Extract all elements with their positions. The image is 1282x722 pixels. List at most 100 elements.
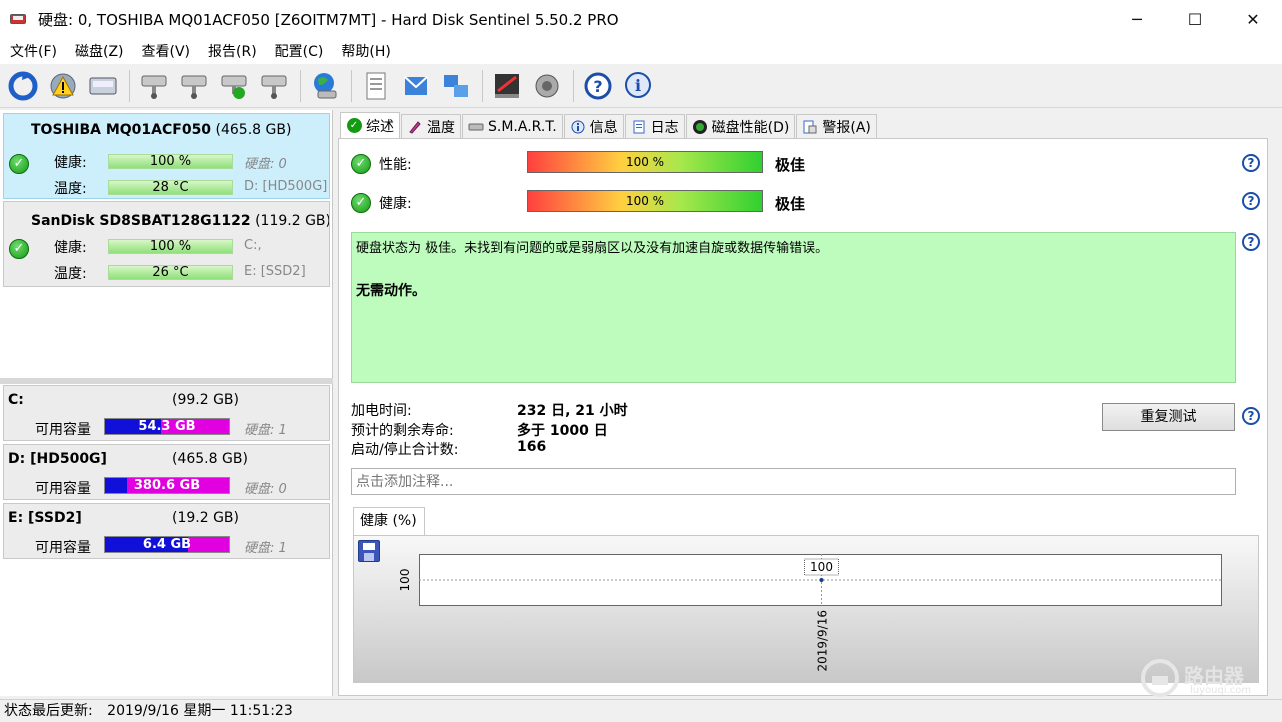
svg-text:?: ?	[593, 77, 602, 96]
performance-row: ✓ 性能:	[351, 152, 529, 176]
free-space-bar: 6.4 GB	[104, 536, 230, 553]
menu-file[interactable]: 文件(F)	[4, 41, 63, 61]
tab-overview[interactable]: ✓ 综述	[340, 112, 400, 138]
refresh-icon[interactable]	[5, 68, 41, 104]
last-update-value: 2019/9/16 星期一 11:51:23	[107, 703, 293, 719]
window-title: 硬盘: 0, TOSHIBA MQ01ACF050 [Z6OITM7MT] - …	[38, 10, 619, 29]
tab-disk-performance[interactable]: 磁盘性能(D)	[685, 114, 796, 138]
network-disk-ok-icon[interactable]	[216, 68, 252, 104]
health-ok-icon: ✓	[351, 193, 371, 213]
menu-disk[interactable]: 磁盘(Z)	[69, 41, 130, 61]
health-row: ✓ 健康:	[351, 191, 529, 215]
hard-disk-icon[interactable]	[85, 68, 121, 104]
watermark: 路由器 luyouqi.com	[1140, 658, 1280, 698]
network-disk-icon-3[interactable]	[256, 68, 292, 104]
volume-size: (99.2 GB)	[172, 392, 239, 408]
temperature-label: 温度:	[54, 266, 87, 282]
action-message: 无需动作。	[356, 283, 426, 299]
health-bar: 100 %	[527, 190, 763, 212]
start-stop-label: 启动/停止合计数:	[351, 442, 459, 458]
disk-index: 硬盘: 0	[244, 157, 287, 172]
document-icon	[631, 119, 647, 135]
volume-name: C:	[8, 392, 24, 408]
health-bar: 100 %	[108, 239, 233, 254]
toolbar: ? i	[0, 64, 1282, 108]
volume-card-e[interactable]: E: [SSD2] (19.2 GB) 可用容量 6.4 GB 硬盘: 1	[3, 503, 330, 559]
volume-disk: 硬盘: 0	[244, 482, 287, 497]
menu-report[interactable]: 报告(R)	[202, 41, 263, 61]
info-small-icon	[570, 119, 586, 135]
tab-temperature[interactable]: 温度	[401, 114, 461, 138]
volume-disk: 硬盘: 1	[244, 423, 287, 438]
network-send-icon[interactable]	[438, 68, 474, 104]
tab-info[interactable]: 信息	[563, 114, 624, 138]
help-icon[interactable]: ?	[580, 68, 616, 104]
volume-disk: 硬盘: 1	[244, 541, 287, 556]
disk-volumes: C:,	[244, 238, 262, 253]
volume-name: E: [SSD2]	[8, 510, 82, 526]
network-disk-icon[interactable]	[136, 68, 172, 104]
menu-config[interactable]: 配置(C)	[269, 41, 330, 61]
health-ok-icon: ✓	[9, 239, 29, 259]
close-button[interactable]: ✕	[1224, 0, 1282, 38]
minimize-button[interactable]: ─	[1108, 0, 1166, 38]
volume-card-d[interactable]: D: [HD500G] (465.8 GB) 可用容量 380.6 GB 硬盘:…	[3, 444, 330, 500]
temperature-bar: 26 °C	[108, 265, 233, 280]
check-icon: ✓	[346, 118, 362, 134]
data-point	[819, 578, 824, 582]
remaining-life-label: 预计的剩余寿命:	[351, 423, 454, 439]
status-help-icon[interactable]: ?	[1242, 233, 1260, 251]
health-bar: 100 %	[108, 154, 233, 169]
router-logo-icon	[1141, 659, 1179, 697]
retest-help-icon[interactable]: ?	[1242, 407, 1260, 425]
performance-help-icon[interactable]: ?	[1242, 154, 1260, 172]
volume-card-c[interactable]: C: (99.2 GB) 可用容量 54.3 GB 硬盘: 1	[3, 385, 330, 441]
disk-name: TOSHIBA MQ01ACF050 (465.8 GB)	[31, 122, 292, 138]
chart-svg: 100 100 2019/9/16	[398, 554, 1222, 672]
data-label: 100	[810, 560, 833, 574]
menu-help[interactable]: 帮助(H)	[335, 41, 396, 61]
performance-label: 性能:	[379, 157, 412, 173]
note-input[interactable]	[351, 468, 1236, 495]
overview-panel: ✓ 性能: 100 % 极佳 ? ✓ 健康: 100 % 极佳 ? 硬盘状态为 …	[338, 138, 1268, 696]
status-bar: 状态最后更新: 2019/9/16 星期一 11:51:23	[0, 699, 1282, 722]
panel-divider[interactable]	[0, 378, 333, 384]
performance-bar: 100 %	[527, 151, 763, 173]
tab-smart[interactable]: S.M.A.R.T.	[462, 114, 563, 138]
health-help-icon[interactable]: ?	[1242, 192, 1260, 210]
disk-card-sandisk[interactable]: SanDisk SD8SBAT128G1122 (119.2 GB) 硬盘 ✓ …	[3, 201, 330, 287]
free-space-label: 可用容量	[35, 540, 91, 556]
y-tick-label: 100	[398, 569, 412, 592]
chart-tab-health[interactable]: 健康 (%)	[353, 507, 425, 535]
status-message: 硬盘状态为 极佳。未找到有问题的或是弱扇区以及没有加速自旋或数据传输错误。	[356, 241, 829, 256]
tab-bar: ✓ 综述 温度 S.M.A.R.T. 信息 日志 磁盘性能(D) 警报(A)	[340, 112, 1282, 138]
sound-icon[interactable]	[529, 68, 565, 104]
test-icon[interactable]	[489, 68, 525, 104]
last-update-label: 状态最后更新:	[4, 703, 93, 719]
thermometer-icon	[407, 119, 423, 135]
tab-alerts[interactable]: 警报(A)	[796, 114, 877, 138]
title-bar: 硬盘: 0, TOSHIBA MQ01ACF050 [Z6OITM7MT] - …	[0, 0, 1282, 38]
free-space-label: 可用容量	[35, 481, 91, 497]
performance-ok-icon: ✓	[351, 154, 371, 174]
volume-size: (465.8 GB)	[172, 451, 248, 467]
temperature-bar: 28 °C	[108, 180, 233, 195]
menu-view[interactable]: 查看(V)	[136, 41, 197, 61]
start-stop-value: 166	[517, 439, 547, 455]
report-icon[interactable]	[358, 68, 394, 104]
info-icon[interactable]: i	[620, 68, 656, 104]
send-report-icon[interactable]	[398, 68, 434, 104]
network-disk-icon-2[interactable]	[176, 68, 212, 104]
warning-disk-icon[interactable]	[45, 68, 81, 104]
disk-card-toshiba[interactable]: TOSHIBA MQ01ACF050 (465.8 GB) ✓ 健康: 100 …	[3, 113, 330, 199]
health-label: 健康:	[54, 240, 87, 256]
retest-button[interactable]: 重复测试	[1102, 403, 1235, 431]
globe-disk-icon[interactable]	[307, 68, 343, 104]
volume-name: D: [HD500G]	[8, 451, 107, 467]
health-label: 健康:	[379, 196, 412, 212]
maximize-button[interactable]: ☐	[1166, 0, 1224, 38]
app-icon	[10, 11, 30, 27]
remaining-life-value: 多于 1000 日	[517, 423, 608, 439]
gauge-icon	[692, 119, 708, 135]
tab-log[interactable]: 日志	[624, 114, 685, 138]
